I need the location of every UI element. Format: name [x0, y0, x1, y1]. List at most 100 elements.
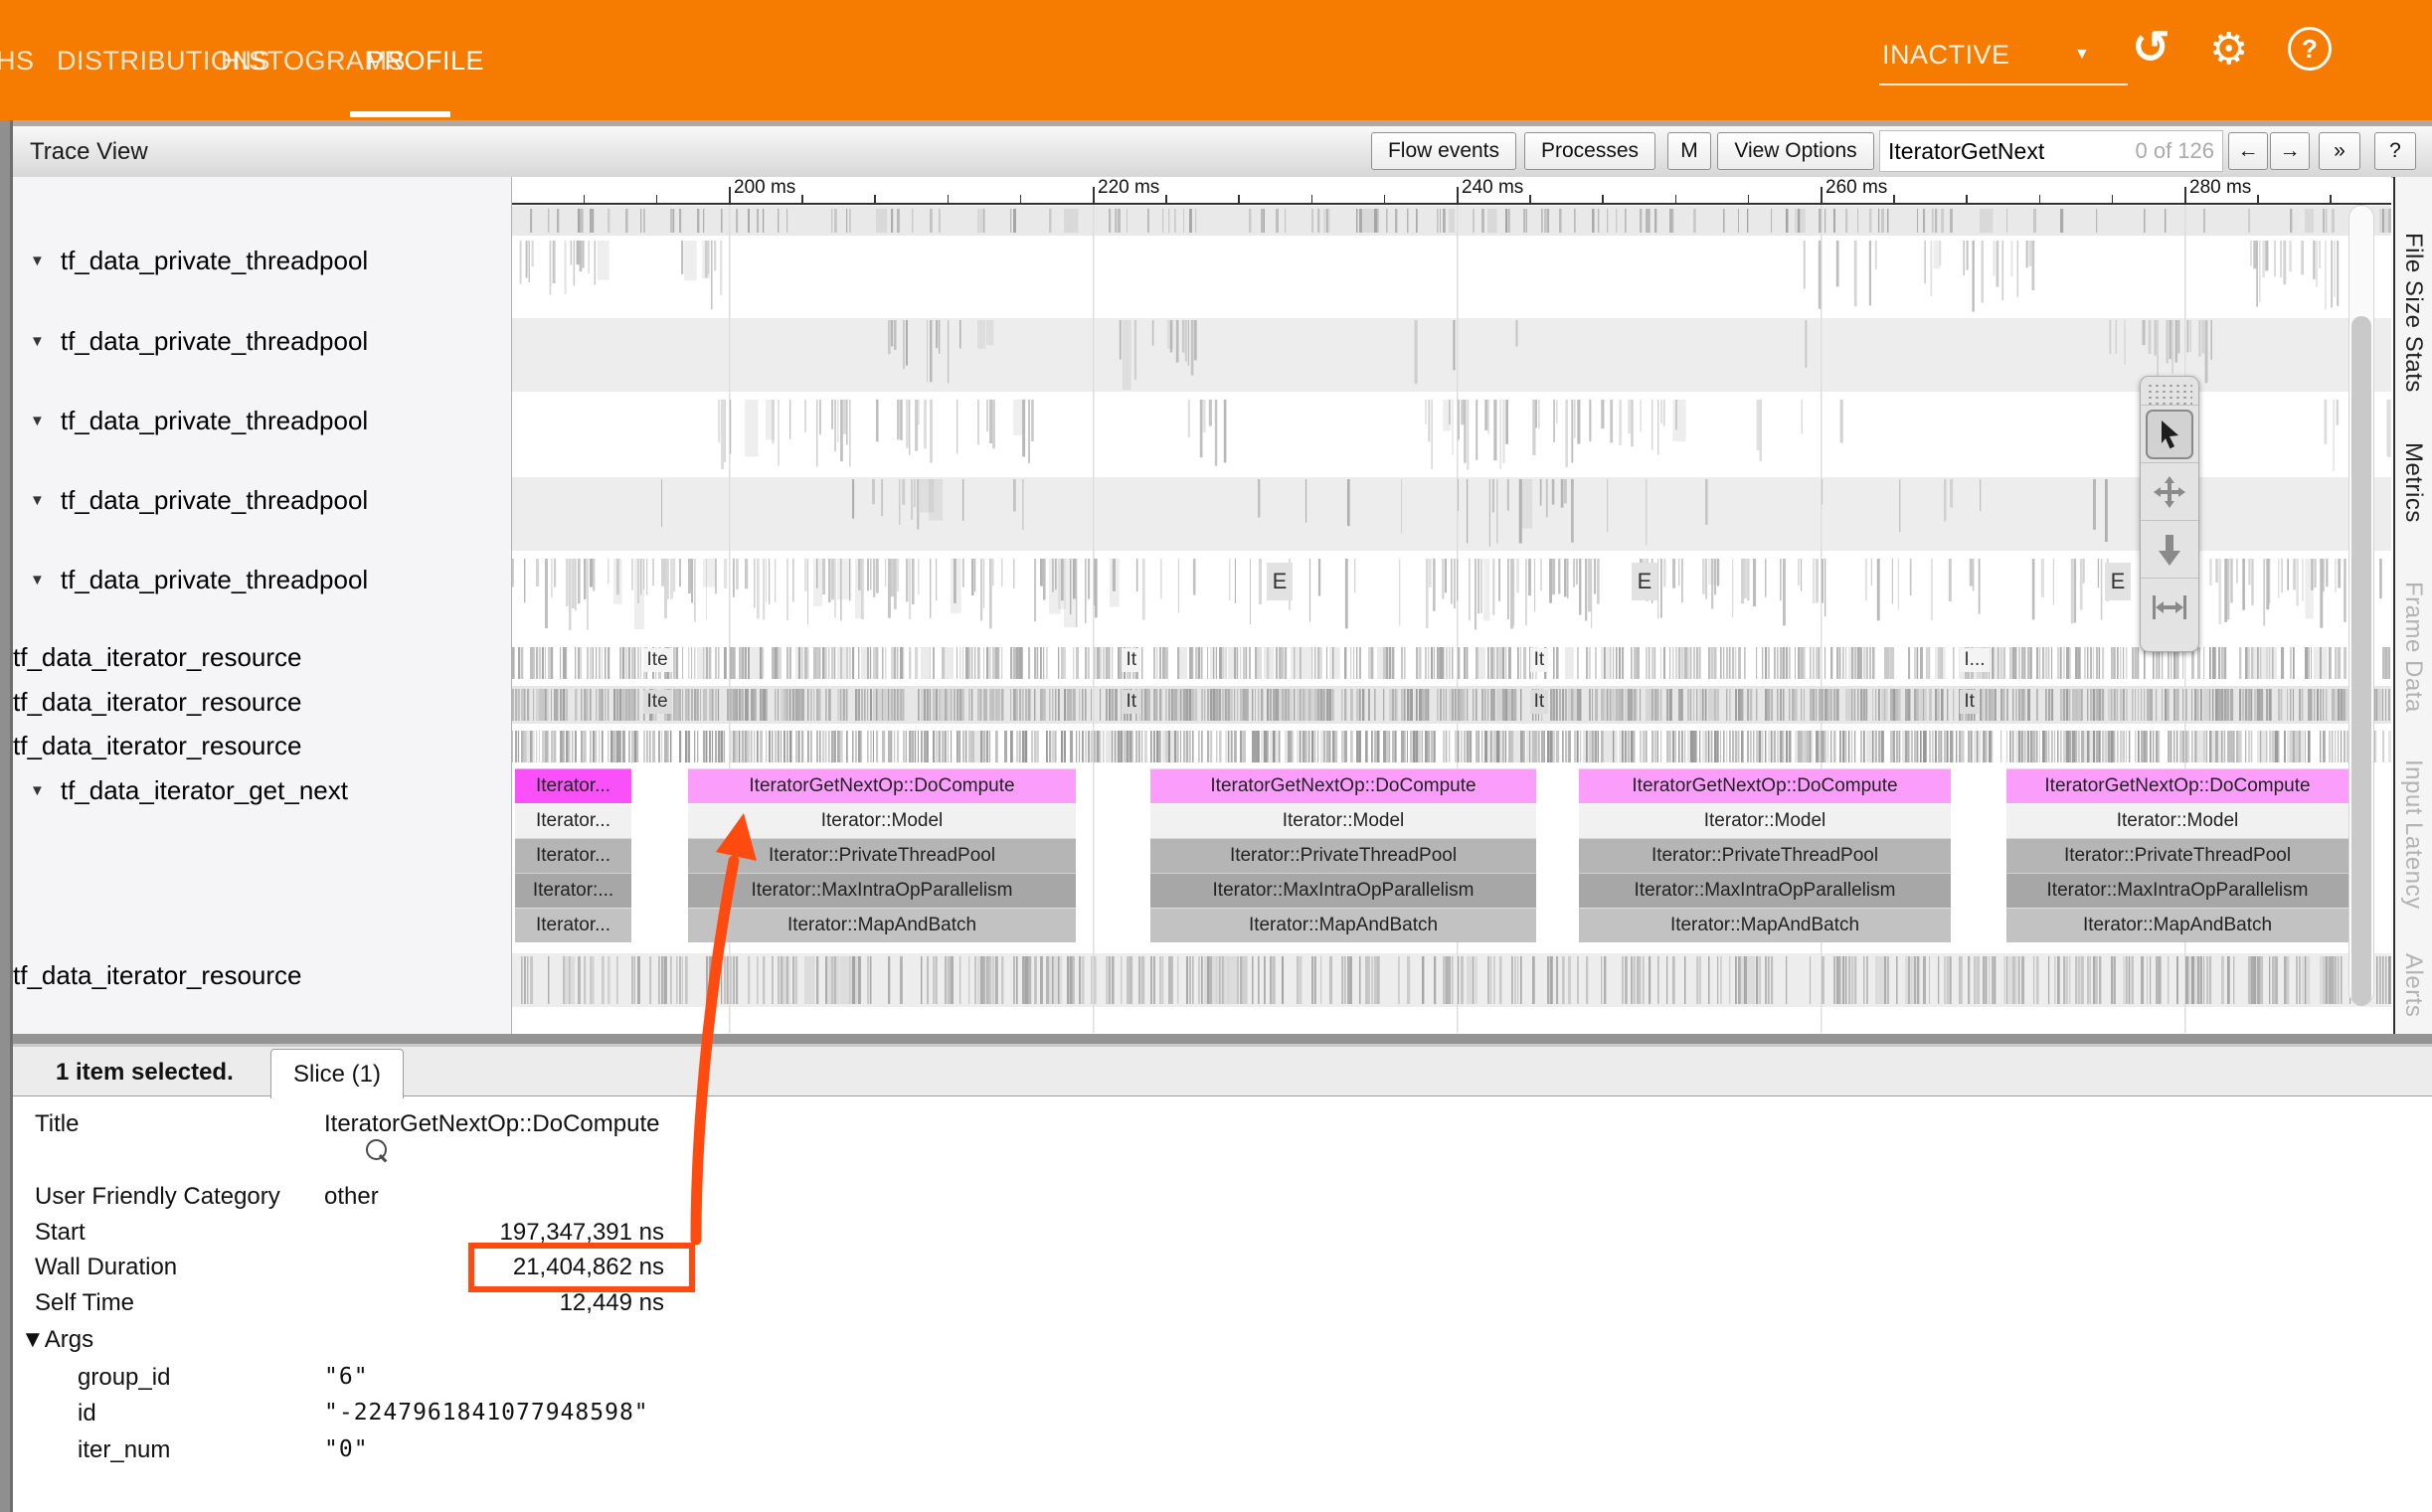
- track-label-tf_data_private_threadpool[interactable]: ▼tf_data_private_threadpool: [30, 324, 368, 358]
- resource-slice-label[interactable]: It: [1530, 648, 1549, 672]
- trace-slice[interactable]: Iterator::PrivateThreadPool: [1579, 838, 1951, 873]
- find-previous-button[interactable]: ←: [2228, 132, 2268, 170]
- collapse-arrow-icon[interactable]: ▼: [30, 333, 45, 350]
- tab-profile[interactable]: PROFILE: [366, 46, 484, 77]
- trace-slice[interactable]: IteratorGetNextOp::DoCompute: [1150, 768, 1536, 803]
- track-label-tf_data_private_threadpool[interactable]: ▼tf_data_private_threadpool: [30, 404, 368, 437]
- trace-slice[interactable]: Iterator:...: [515, 873, 631, 908]
- slice-tab[interactable]: Slice (1): [270, 1049, 404, 1098]
- selection-details-panel: 1 item selected. Slice (1) TitleIterator…: [13, 1047, 2432, 1512]
- iterator-get-next-slice-group: IteratorGetNextOp::DoComputeIterator::Mo…: [1150, 768, 1536, 942]
- timing-tool-button[interactable]: [2141, 578, 2198, 635]
- trace-slice[interactable]: Iterator::PrivateThreadPool: [2006, 838, 2348, 873]
- help-icon[interactable]: ?: [2288, 27, 2332, 71]
- tensorboard-profile-app: HS DISTRIBUTIONS HISTOGRAMS PROFILE INAC…: [0, 0, 2432, 1512]
- view-options-button[interactable]: View Options: [1717, 132, 1874, 170]
- trace-slice[interactable]: Iterator::MapAndBatch: [2006, 908, 2348, 942]
- instant-event-marker[interactable]: E: [1267, 563, 1293, 600]
- arg-value: "6": [324, 1364, 369, 1390]
- timeline-scrollbar-thumb[interactable]: [2351, 316, 2371, 1006]
- resource-slice-label[interactable]: It: [1530, 690, 1549, 714]
- trace-slice[interactable]: IteratorGetNextOp::DoCompute: [1579, 768, 1951, 803]
- window-edge: [0, 120, 10, 1512]
- trace-slice[interactable]: IteratorGetNextOp::DoCompute: [2006, 768, 2348, 803]
- magnifier-icon[interactable]: [366, 1139, 387, 1160]
- collapse-arrow-icon[interactable]: ▼: [30, 492, 45, 509]
- trace-slice[interactable]: Iterator::MaxIntraOpParallelism: [2006, 873, 2348, 908]
- trace-slice[interactable]: Iterator::MaxIntraOpParallelism: [1579, 873, 1951, 908]
- side-tab-metrics[interactable]: Metrics: [2399, 442, 2427, 523]
- trace-help-button[interactable]: ?: [2374, 132, 2416, 170]
- track-label-tf_data_iterator_resource[interactable]: tf_data_iterator_resource: [13, 958, 302, 992]
- palette-drag-handle[interactable]: [2147, 381, 2192, 405]
- track-label-tf_data_private_threadpool[interactable]: ▼tf_data_private_threadpool: [30, 483, 368, 517]
- resource-slice-label[interactable]: Ite: [643, 690, 672, 714]
- side-tab-frame-data[interactable]: Frame Data: [2399, 582, 2427, 713]
- track-label-tf_data_private_threadpool[interactable]: ▼tf_data_private_threadpool: [30, 563, 368, 596]
- wall-duration-highlight-box: [468, 1243, 695, 1292]
- iterator-get-next-slice-group: IteratorGetNextOp::DoComputeIterator::Mo…: [1579, 768, 1951, 942]
- timeline-canvas[interactable]: 200 ms220 ms240 ms260 ms280 ms EEEIteItI…: [512, 177, 2391, 1034]
- track-label-tf_data_iterator_resource[interactable]: tf_data_iterator_resource: [13, 640, 302, 674]
- top-toolbar: HS DISTRIBUTIONS HISTOGRAMS PROFILE INAC…: [0, 0, 2432, 120]
- trace-slice[interactable]: Iterator::MapAndBatch: [1579, 908, 1951, 942]
- args-collapse-arrow: ▼: [21, 1326, 45, 1353]
- detail-field-label: Wall Duration: [35, 1254, 177, 1281]
- find-next-button[interactable]: →: [2270, 132, 2310, 170]
- detail-field-label: Title: [35, 1110, 79, 1138]
- collapse-arrow-icon[interactable]: ▼: [30, 782, 45, 799]
- trace-slice[interactable]: Iterator...: [515, 803, 631, 838]
- m-button[interactable]: M: [1667, 132, 1711, 170]
- trace-slice[interactable]: Iterator...: [515, 908, 631, 942]
- trace-slice[interactable]: Iterator::Model: [1150, 803, 1536, 838]
- track-label-tf_data_private_threadpool[interactable]: ▼tf_data_private_threadpool: [30, 244, 368, 277]
- flow-events-button[interactable]: Flow events: [1371, 132, 1516, 170]
- chevron-down-icon[interactable]: ▼: [2074, 46, 2090, 64]
- trace-slice[interactable]: Iterator::Model: [2006, 803, 2348, 838]
- track-label-tf_data_iterator_get_next[interactable]: ▼tf_data_iterator_get_next: [30, 773, 348, 807]
- instant-event-marker[interactable]: E: [1632, 563, 1657, 600]
- resource-slice-label[interactable]: It: [1122, 690, 1140, 714]
- collapse-arrow-icon[interactable]: ▼: [30, 572, 45, 588]
- args-section-toggle[interactable]: ▼Args: [21, 1326, 93, 1354]
- arg-value: "-2247961841077948598": [324, 1400, 649, 1426]
- trace-slice[interactable]: Iterator::MaxIntraOpParallelism: [688, 873, 1076, 908]
- trace-slice[interactable]: Iterator...: [515, 768, 631, 803]
- trace-slice[interactable]: Iterator::MapAndBatch: [688, 908, 1076, 942]
- pan-tool-button[interactable]: [2141, 462, 2198, 520]
- active-tab-underline: [350, 111, 450, 117]
- refresh-icon[interactable]: ↺: [2132, 24, 2171, 70]
- trace-slice[interactable]: Iterator::MaxIntraOpParallelism: [1150, 873, 1536, 908]
- search-input[interactable]: IteratorGetNext: [1888, 138, 2135, 165]
- expand-panel-button[interactable]: »: [2319, 132, 2360, 170]
- track-label-tf_data_iterator_resource[interactable]: tf_data_iterator_resource: [13, 685, 302, 719]
- resource-slice-label[interactable]: Ite: [643, 648, 672, 672]
- trace-slice[interactable]: Iterator::MapAndBatch: [1150, 908, 1536, 942]
- arg-key: iter_num: [78, 1436, 170, 1464]
- tab-graphs-partial[interactable]: HS: [0, 46, 35, 77]
- panel-resize-divider[interactable]: [13, 1034, 2432, 1047]
- trace-slice[interactable]: Iterator...: [515, 838, 631, 873]
- collapse-arrow-icon[interactable]: ▼: [30, 252, 45, 269]
- trace-slice[interactable]: Iterator::Model: [1579, 803, 1951, 838]
- resource-slice-label[interactable]: I...: [1960, 648, 1989, 672]
- zoom-tool-button[interactable]: [2141, 520, 2198, 578]
- track-label-tf_data_iterator_resource[interactable]: tf_data_iterator_resource: [13, 729, 302, 762]
- gear-icon[interactable]: ⚙: [2209, 28, 2248, 72]
- run-selector[interactable]: INACTIVE: [1882, 40, 2010, 71]
- select-tool-button[interactable]: [2141, 405, 2198, 462]
- find-box[interactable]: IteratorGetNext 0 of 126: [1879, 130, 2223, 172]
- side-tab-input-latency[interactable]: Input Latency: [2399, 759, 2427, 910]
- side-tab-alerts[interactable]: Alerts: [2399, 953, 2427, 1017]
- resource-slice-label[interactable]: It: [1122, 648, 1140, 672]
- processes-button[interactable]: Processes: [1524, 132, 1655, 170]
- trace-slice[interactable]: Iterator::PrivateThreadPool: [688, 838, 1076, 873]
- collapse-arrow-icon[interactable]: ▼: [30, 413, 45, 429]
- trace-slice[interactable]: Iterator::Model: [688, 803, 1076, 838]
- trace-slice[interactable]: IteratorGetNextOp::DoCompute: [688, 768, 1076, 803]
- iterator-get-next-slice-group: Iterator...Iterator...Iterator...Iterato…: [515, 768, 631, 942]
- trace-slice[interactable]: Iterator::PrivateThreadPool: [1150, 838, 1536, 873]
- instant-event-marker[interactable]: E: [2105, 563, 2131, 600]
- resource-slice-label[interactable]: It: [1960, 690, 1979, 714]
- side-tab-file-size-stats[interactable]: File Size Stats: [2399, 233, 2427, 393]
